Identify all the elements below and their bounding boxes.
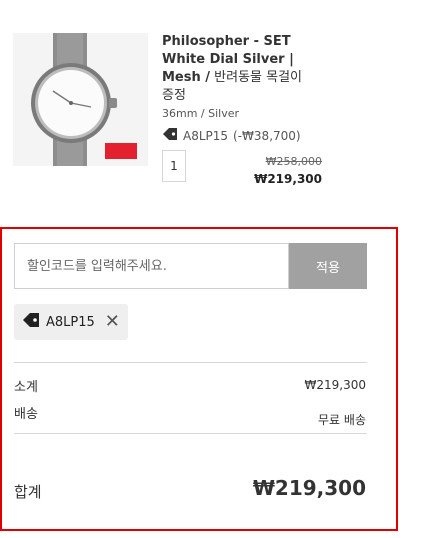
applied-code-chip: A8LP15 ✕ bbox=[14, 304, 128, 340]
discount-summary-panel: 적용 A8LP15 ✕ 소계 ₩219,300 배송 무료 배송 합계 ₩219… bbox=[0, 227, 398, 531]
quantity-field[interactable]: 1 bbox=[162, 150, 186, 182]
shipping-value: 무료 배송 bbox=[318, 413, 366, 427]
applied-code-label: A8LP15 bbox=[46, 314, 95, 330]
total-value: ₩219,300 bbox=[252, 476, 366, 500]
product-title[interactable]: Philosopher - SET White Dial Silver | Me… bbox=[162, 33, 312, 105]
subtotal-value: ₩219,300 bbox=[304, 378, 367, 392]
subtotal-label: 소계 bbox=[14, 380, 38, 395]
divider bbox=[14, 362, 367, 363]
final-price: ₩219,300 bbox=[254, 172, 322, 186]
original-price: ₩258,000 bbox=[265, 155, 322, 168]
apply-button[interactable]: 적용 bbox=[289, 243, 367, 289]
tag-icon bbox=[22, 312, 40, 332]
applied-discount-line: A8LP15 (-₩38,700) bbox=[162, 127, 301, 144]
discount-amount: (-₩38,700) bbox=[233, 128, 301, 143]
remove-code-icon[interactable]: ✕ bbox=[105, 313, 120, 331]
product-image[interactable] bbox=[13, 33, 148, 166]
tag-icon bbox=[162, 127, 178, 144]
shipping-label: 배송 bbox=[14, 407, 38, 422]
divider bbox=[14, 433, 367, 434]
discount-code-input[interactable] bbox=[14, 243, 289, 289]
discount-code: A8LP15 bbox=[183, 128, 229, 143]
total-label: 합계 bbox=[14, 483, 42, 501]
product-variant: 36mm / Silver bbox=[162, 107, 240, 120]
